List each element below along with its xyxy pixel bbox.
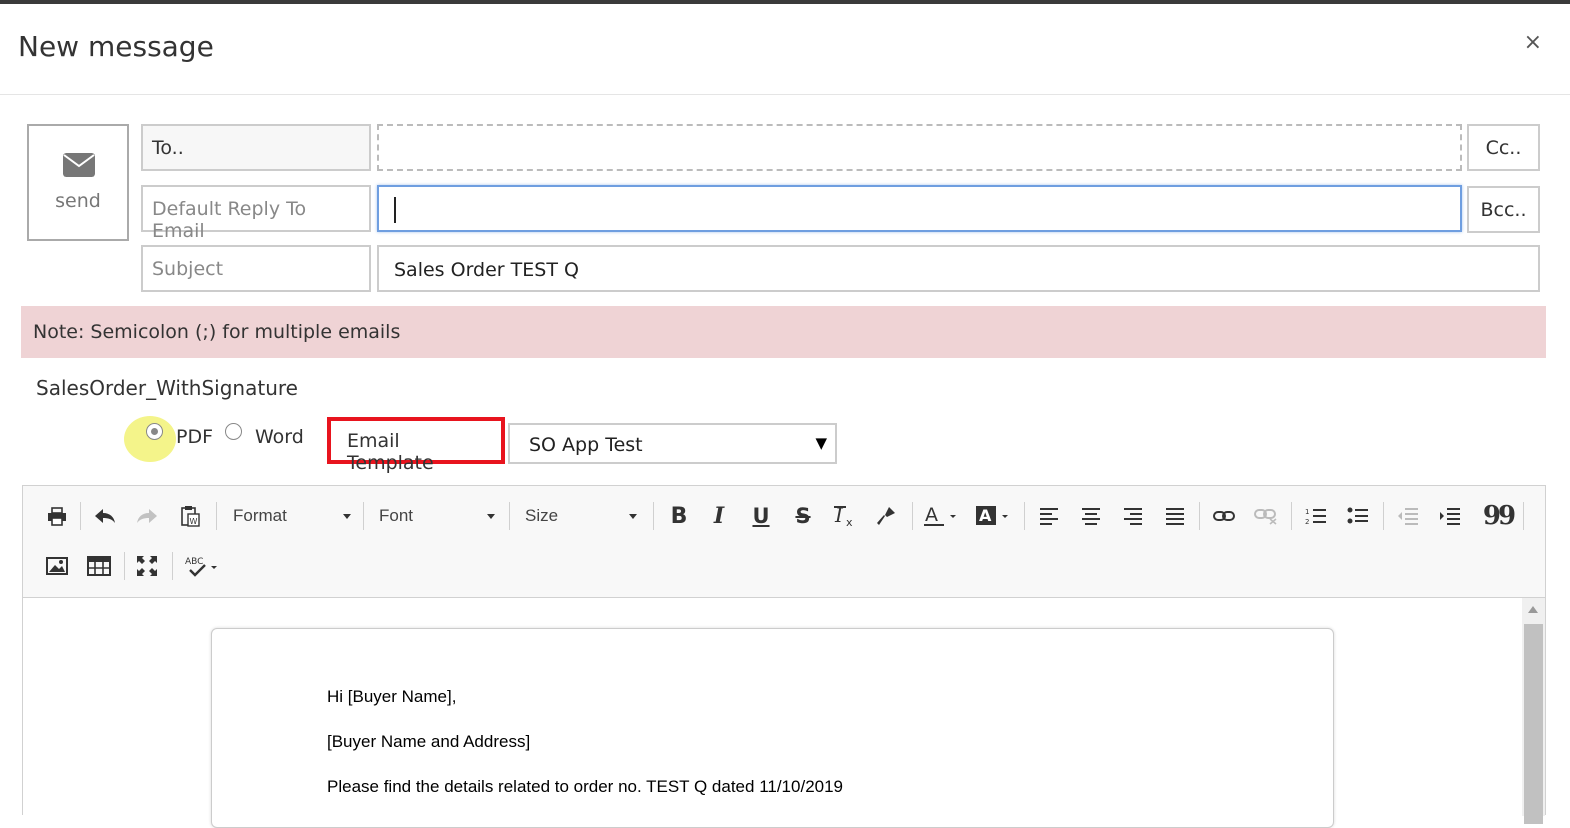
word-radio-label: Word (255, 426, 304, 448)
dropdown-arrow-icon: ▼ (815, 434, 827, 452)
image-icon[interactable] (43, 550, 71, 582)
maximize-icon[interactable] (133, 550, 161, 582)
table-icon[interactable] (85, 550, 113, 582)
bold-button[interactable]: B (665, 500, 693, 532)
underline-button[interactable]: U (747, 500, 775, 532)
text-color-icon[interactable]: A (921, 500, 961, 532)
outdent-icon[interactable] (1394, 500, 1422, 532)
toolbar-separator (509, 502, 510, 530)
pdf-radio[interactable] (146, 423, 163, 440)
blockquote-button[interactable]: 99 (1483, 500, 1516, 532)
bcc-button[interactable]: Bcc.. (1467, 186, 1540, 233)
subject-label[interactable]: Subject (141, 245, 371, 292)
font-combo-label: Font (379, 506, 414, 525)
pdf-radio-label: PDF (176, 426, 214, 448)
caret-down-icon (629, 514, 637, 519)
bulleted-list-icon[interactable] (1344, 500, 1372, 532)
toolbar-separator (912, 502, 913, 530)
scrollbar-thumb[interactable] (1524, 624, 1543, 824)
justify-icon[interactable] (1161, 500, 1189, 532)
attachment-name: SalesOrder_WithSignature (36, 376, 298, 400)
svg-text:2: 2 (1305, 518, 1309, 526)
toolbar-separator (1523, 502, 1524, 530)
caret-down-icon (487, 514, 495, 519)
send-label: send (55, 190, 101, 212)
email-template-select[interactable]: SO App Test ▼ (508, 423, 837, 464)
format-combo[interactable]: Format (233, 500, 351, 532)
toolbar-separator (1024, 502, 1025, 530)
greeting-line: Hi [Buyer Name], (327, 687, 457, 706)
svg-text:ABC: ABC (185, 557, 203, 567)
svg-text:x: x (846, 516, 853, 528)
scroll-up-icon[interactable] (1528, 606, 1538, 613)
word-radio[interactable] (225, 423, 242, 440)
order-details-line: Please find the details related to order… (327, 777, 844, 796)
italic-button[interactable]: I (705, 500, 733, 532)
format-combo-label: Format (233, 506, 287, 525)
modal-header: New message × (0, 4, 1570, 95)
spellcheck-icon[interactable]: ABC (183, 550, 223, 582)
toolbar-separator (1199, 502, 1200, 530)
svg-text:1: 1 (1305, 508, 1309, 516)
to-label[interactable]: To.. (141, 124, 371, 171)
toolbar-separator (124, 552, 125, 580)
reply-to-field[interactable] (377, 185, 1462, 232)
link-icon[interactable] (1210, 500, 1238, 532)
svg-text:A: A (925, 504, 938, 526)
indent-icon[interactable] (1436, 500, 1464, 532)
size-combo[interactable]: Size (525, 500, 637, 532)
align-left-icon[interactable] (1035, 500, 1063, 532)
undo-icon[interactable] (91, 500, 119, 532)
font-combo[interactable]: Font (379, 500, 495, 532)
envelope-icon (63, 153, 95, 177)
modal-title: New message (18, 30, 214, 63)
rich-text-editor: W Format Font Size B I U S Ix A A 1 2 99… (22, 485, 1546, 828)
remove-format-icon[interactable]: Ix (831, 500, 859, 532)
redo-icon[interactable] (133, 500, 161, 532)
send-button[interactable]: send (27, 124, 129, 241)
numbered-list-icon[interactable]: 12 (1302, 500, 1330, 532)
email-template-value: SO App Test (529, 434, 643, 456)
text-caret (394, 197, 396, 223)
toolbar-separator (1291, 502, 1292, 530)
cc-button[interactable]: Cc.. (1467, 124, 1540, 171)
caret-down-icon (343, 514, 351, 519)
align-right-icon[interactable] (1119, 500, 1147, 532)
editor-toolbar: W Format Font Size B I U S Ix A A 1 2 99… (23, 486, 1545, 598)
unlink-icon[interactable] (1252, 500, 1280, 532)
editor-content-area[interactable]: Hi [Buyer Name], [Buyer Name and Address… (23, 598, 1545, 828)
subject-field[interactable]: Sales Order TEST Q (377, 245, 1540, 292)
print-icon[interactable] (43, 500, 71, 532)
close-button[interactable]: × (1524, 32, 1542, 54)
email-body-page[interactable]: Hi [Buyer Name], [Buyer Name and Address… (211, 628, 1334, 828)
reply-to-label[interactable]: Default Reply To Email (141, 185, 371, 242)
toolbar-separator (172, 552, 173, 580)
semicolon-note: Note: Semicolon (;) for multiple emails (21, 306, 1546, 358)
size-combo-label: Size (525, 506, 559, 525)
buyer-address-line: [Buyer Name and Address] (327, 732, 531, 751)
toolbar-separator (363, 502, 364, 530)
paste-from-word-icon[interactable]: W (176, 500, 204, 532)
background-color-icon[interactable]: A (973, 500, 1013, 532)
editor-scrollbar[interactable] (1522, 598, 1545, 824)
email-template-label: Email Template (327, 417, 505, 474)
toolbar-separator (1383, 502, 1384, 530)
align-center-icon[interactable] (1077, 500, 1105, 532)
toolbar-separator (653, 502, 654, 530)
strikethrough-button[interactable]: S (789, 500, 817, 532)
svg-text:W: W (190, 517, 198, 526)
svg-text:A: A (979, 506, 992, 525)
to-field[interactable] (377, 124, 1462, 171)
copy-format-icon[interactable] (872, 500, 900, 532)
toolbar-separator (216, 502, 217, 530)
toolbar-separator (80, 502, 81, 530)
